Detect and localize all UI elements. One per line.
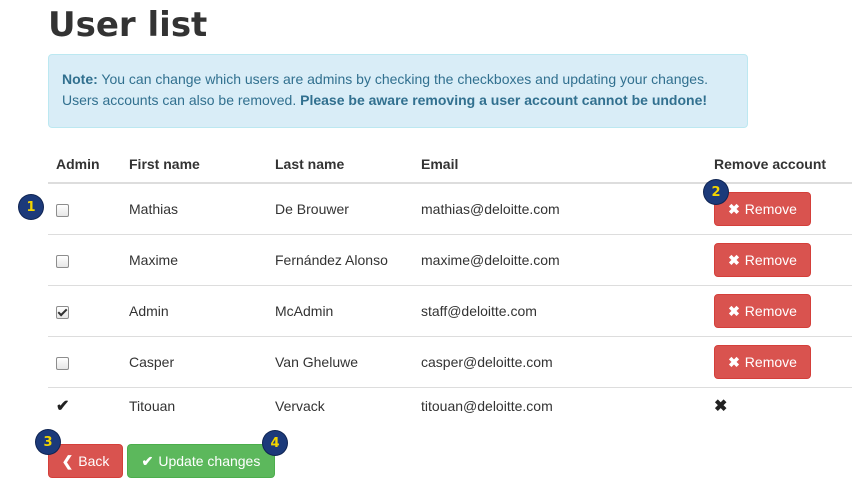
first-name-cell: Titouan bbox=[121, 387, 267, 424]
users-table: Admin First name Last name Email Remove … bbox=[48, 146, 852, 424]
remove-cell: ✖ bbox=[706, 387, 852, 424]
update-changes-button[interactable]: ✔ Update changes bbox=[127, 444, 275, 478]
admin-checkbox[interactable] bbox=[56, 203, 69, 217]
cannot-remove-icon: ✖ bbox=[714, 398, 728, 415]
chevron-left-icon: ❮ bbox=[61, 452, 74, 469]
table-row: Casper Van Gheluwe casper@deloitte.com ✖… bbox=[48, 336, 852, 388]
admin-cell bbox=[48, 182, 121, 235]
annotation-marker-3: 3 bbox=[36, 430, 60, 454]
last-name-cell: Vervack bbox=[267, 387, 413, 424]
admin-checkbox[interactable] bbox=[56, 305, 69, 319]
last-name-cell: De Brouwer bbox=[267, 182, 413, 235]
header-email: Email bbox=[413, 146, 706, 184]
email-cell: maxime@deloitte.com bbox=[413, 234, 706, 286]
admin-check-icon: ✔ bbox=[56, 398, 70, 415]
first-name-cell: Maxime bbox=[121, 234, 267, 286]
note-warning: Please be aware removing a user account … bbox=[300, 92, 708, 108]
admin-checkbox[interactable] bbox=[56, 356, 69, 370]
email-cell: titouan@deloitte.com bbox=[413, 387, 706, 424]
remove-button-label: Remove bbox=[744, 354, 797, 370]
user-list-page: User list Note: You can change which use… bbox=[0, 0, 852, 499]
remove-button[interactable]: ✖ Remove bbox=[714, 243, 811, 277]
annotation-marker-1: 1 bbox=[19, 195, 43, 219]
last-name-cell: Fernández Alonso bbox=[267, 234, 413, 286]
check-icon: ✔ bbox=[141, 452, 154, 469]
remove-button[interactable]: ✖ Remove bbox=[714, 294, 811, 328]
remove-cell: ✖ Remove bbox=[706, 234, 852, 286]
admin-cell bbox=[48, 285, 121, 337]
admin-cell: ✔ bbox=[48, 387, 121, 424]
admin-cell bbox=[48, 234, 121, 286]
header-last-name: Last name bbox=[267, 146, 413, 184]
table-row: Admin McAdmin staff@deloitte.com ✖ Remove bbox=[48, 285, 852, 337]
last-name-cell: McAdmin bbox=[267, 285, 413, 337]
header-admin: Admin bbox=[48, 146, 121, 184]
back-button[interactable]: ❮ Back bbox=[48, 444, 123, 478]
table-header-row: Admin First name Last name Email Remove … bbox=[48, 146, 852, 184]
remove-cell: ✖ Remove bbox=[706, 285, 852, 337]
table-row: Maxime Fernández Alonso maxime@deloitte.… bbox=[48, 234, 852, 286]
header-first-name: First name bbox=[121, 146, 267, 184]
update-button-label: Update changes bbox=[158, 453, 261, 469]
back-button-label: Back bbox=[78, 453, 110, 469]
admin-checkbox[interactable] bbox=[56, 254, 69, 268]
first-name-cell: Mathias bbox=[121, 182, 267, 235]
last-name-cell: Van Gheluwe bbox=[267, 336, 413, 388]
remove-icon: ✖ bbox=[728, 251, 740, 268]
header-remove-account: Remove account bbox=[706, 146, 852, 184]
remove-icon: ✖ bbox=[728, 200, 740, 217]
remove-icon: ✖ bbox=[728, 302, 740, 319]
note-label: Note: bbox=[62, 71, 98, 87]
remove-icon: ✖ bbox=[728, 353, 740, 370]
page-title: User list bbox=[48, 5, 208, 45]
info-alert: Note: You can change which users are adm… bbox=[48, 54, 748, 128]
table-row: Mathias De Brouwer mathias@deloitte.com … bbox=[48, 182, 852, 235]
email-cell: staff@deloitte.com bbox=[413, 285, 706, 337]
admin-cell bbox=[48, 336, 121, 388]
email-cell: casper@deloitte.com bbox=[413, 336, 706, 388]
annotation-marker-2: 2 bbox=[704, 180, 728, 204]
remove-button[interactable]: ✖ Remove bbox=[714, 192, 811, 226]
remove-cell: ✖ Remove bbox=[706, 336, 852, 388]
remove-button[interactable]: ✖ Remove bbox=[714, 345, 811, 379]
table-row-current-user: ✔ Titouan Vervack titouan@deloitte.com ✖ bbox=[48, 387, 852, 424]
remove-button-label: Remove bbox=[744, 303, 797, 319]
first-name-cell: Admin bbox=[121, 285, 267, 337]
first-name-cell: Casper bbox=[121, 336, 267, 388]
annotation-marker-4: 4 bbox=[263, 431, 287, 455]
remove-button-label: Remove bbox=[744, 201, 797, 217]
remove-button-label: Remove bbox=[744, 252, 797, 268]
email-cell: mathias@deloitte.com bbox=[413, 182, 706, 235]
